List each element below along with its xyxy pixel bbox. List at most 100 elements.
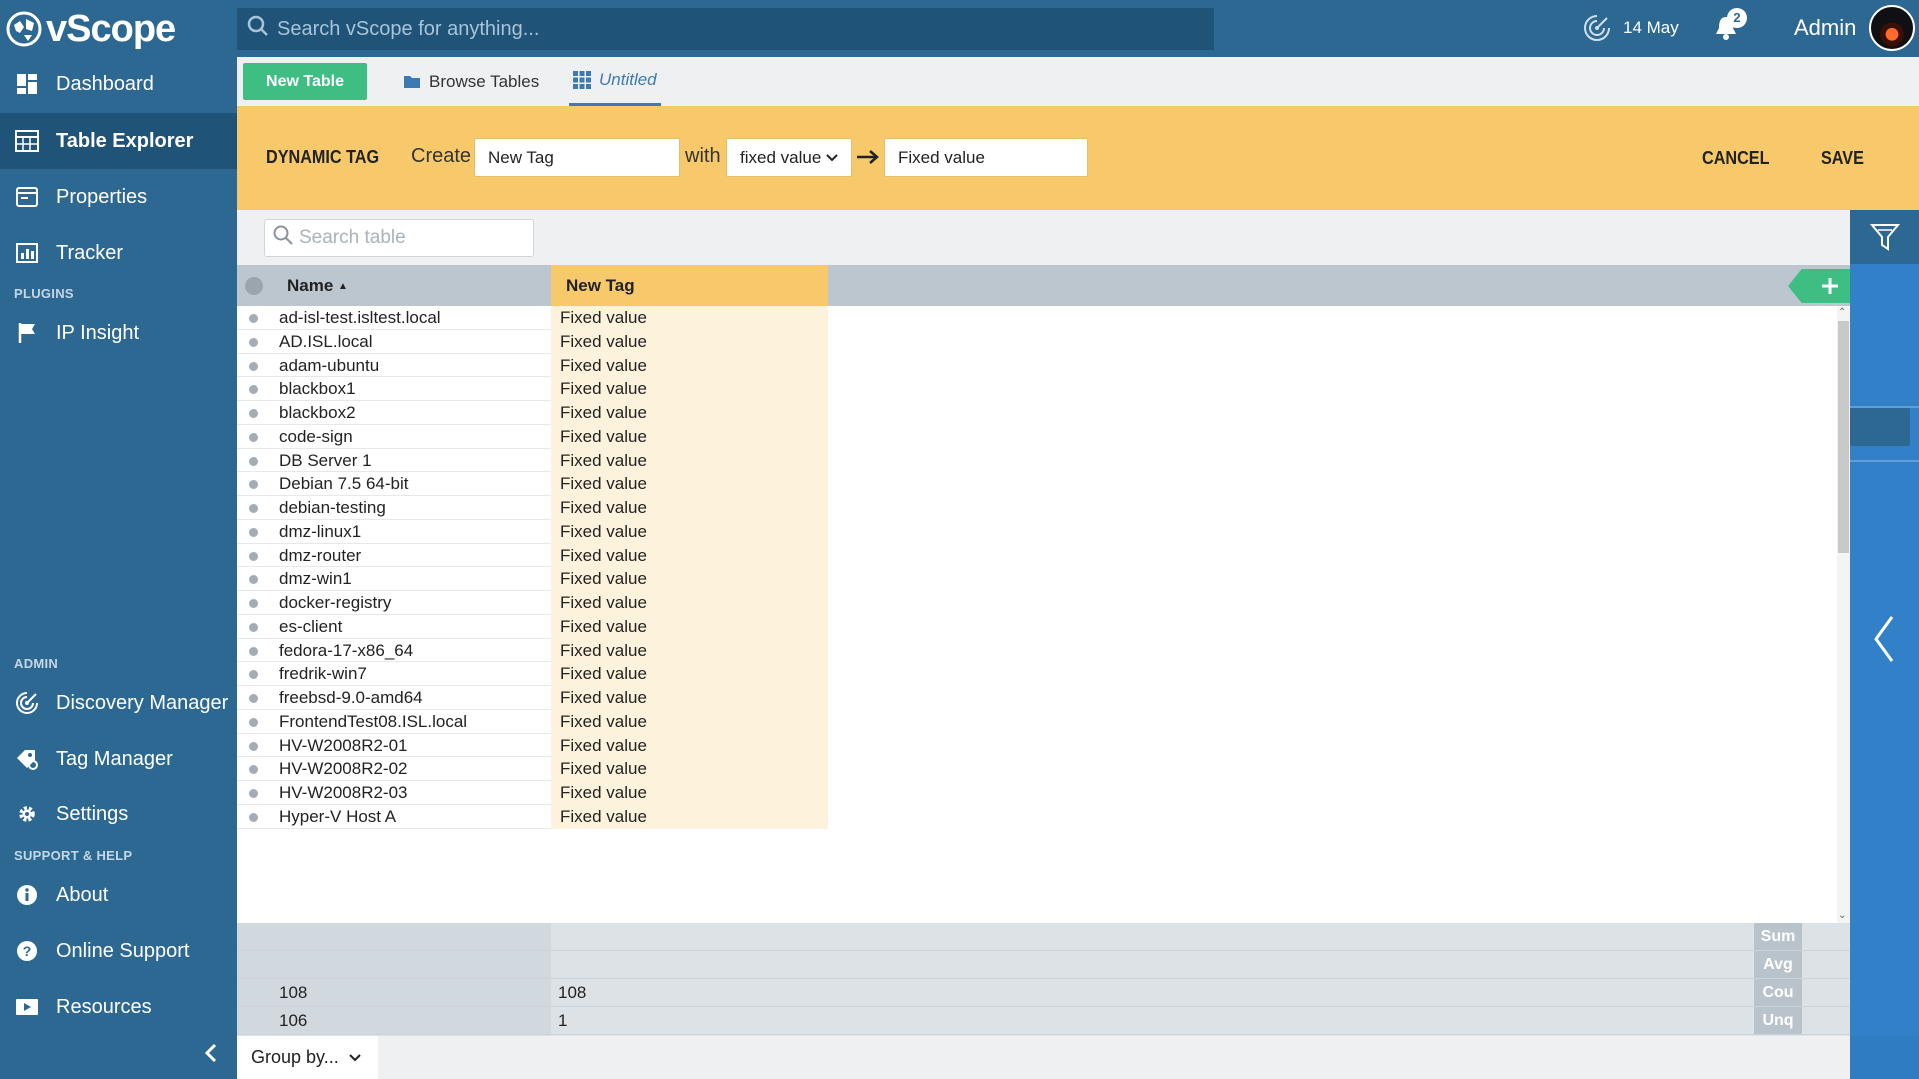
table-row[interactable]: Hyper-V Host A Fixed value bbox=[237, 804, 828, 829]
row-select-checkbox[interactable] bbox=[249, 789, 258, 798]
nav-properties[interactable]: Properties bbox=[0, 169, 237, 225]
tag-name-input[interactable]: New Tag bbox=[474, 138, 680, 177]
rail-panel-tab[interactable] bbox=[1850, 408, 1910, 446]
table-row[interactable]: fredrik-win7 Fixed value bbox=[237, 662, 828, 686]
row-select-checkbox[interactable] bbox=[249, 432, 258, 442]
tab-untitled[interactable]: Untitled bbox=[569, 57, 661, 106]
cell-name: debian-testing bbox=[279, 498, 386, 517]
table-row[interactable]: blackbox1 Fixed value bbox=[237, 377, 828, 401]
row-select-checkbox[interactable] bbox=[249, 717, 258, 727]
table-row[interactable]: HV-W2008R2-01 Fixed value bbox=[237, 733, 828, 758]
aggregate-avg-label[interactable]: Avg bbox=[1754, 951, 1802, 978]
table-row[interactable]: HV-W2008R2-03 Fixed value bbox=[237, 781, 828, 805]
save-button[interactable]: SAVE bbox=[1821, 148, 1864, 169]
row-select-checkbox[interactable] bbox=[249, 646, 258, 656]
discovery-status[interactable]: 14 May bbox=[1583, 14, 1679, 42]
group-by-select[interactable]: Group by... bbox=[237, 1036, 378, 1079]
cell-new-tag: Fixed value bbox=[551, 686, 828, 710]
tab-bar: New Table Browse Tables Untitled bbox=[237, 57, 1919, 106]
tag-value-text: Fixed value bbox=[898, 147, 985, 167]
column-header-new-tag[interactable]: New Tag bbox=[551, 265, 828, 306]
table-row[interactable]: debian-testing Fixed value bbox=[237, 496, 828, 520]
aggregate-unique-label[interactable]: Unq bbox=[1754, 1007, 1802, 1034]
user-name[interactable]: Admin bbox=[1794, 15, 1856, 41]
table-row[interactable]: dmz-router Fixed value bbox=[237, 543, 828, 568]
row-select-checkbox[interactable] bbox=[249, 670, 258, 680]
row-select-checkbox[interactable] bbox=[249, 694, 258, 703]
table-row[interactable]: adam-ubuntu Fixed value bbox=[237, 353, 828, 378]
app-logo[interactable]: vScope bbox=[6, 6, 176, 52]
nav-about[interactable]: About bbox=[0, 867, 237, 923]
row-select-checkbox[interactable] bbox=[249, 575, 258, 585]
cell-new-tag: Fixed value bbox=[551, 567, 828, 591]
nav-tracker[interactable]: Tracker bbox=[0, 225, 237, 281]
sidebar-collapse-button[interactable] bbox=[198, 1040, 224, 1066]
table-row[interactable]: docker-registry Fixed value bbox=[237, 591, 828, 615]
nav-resources[interactable]: Resources bbox=[0, 979, 237, 1035]
select-all-checkbox[interactable] bbox=[245, 277, 263, 295]
nav-settings[interactable]: Settings bbox=[0, 786, 237, 842]
nav-discovery-manager[interactable]: Discovery Manager bbox=[0, 675, 237, 731]
cell-name: fedora-17-x86_64 bbox=[279, 640, 414, 660]
row-select-checkbox[interactable] bbox=[249, 314, 258, 323]
row-select-checkbox[interactable] bbox=[249, 741, 258, 751]
avatar[interactable] bbox=[1869, 5, 1915, 51]
table-row[interactable]: blackbox2 Fixed value bbox=[237, 401, 828, 425]
table-row[interactable]: freebsd-9.0-amd64 Fixed value bbox=[237, 686, 828, 710]
table-row[interactable]: dmz-linux1 Fixed value bbox=[237, 519, 828, 544]
cell-new-tag: Fixed value bbox=[551, 662, 828, 686]
tab-browse-tables[interactable]: Browse Tables bbox=[403, 57, 539, 106]
add-column-button[interactable] bbox=[1788, 269, 1850, 303]
table-row[interactable]: ad-isl-test.isltest.local Fixed value bbox=[237, 306, 828, 330]
row-select-checkbox[interactable] bbox=[249, 409, 258, 418]
search-icon bbox=[273, 225, 293, 251]
row-select-checkbox[interactable] bbox=[249, 385, 258, 395]
cell-name: es-client bbox=[279, 616, 343, 636]
table-search-input[interactable]: Search table bbox=[264, 219, 534, 257]
row-select-checkbox[interactable] bbox=[249, 812, 258, 822]
column-header-name[interactable]: Name ▲ bbox=[287, 276, 348, 296]
row-select-checkbox[interactable] bbox=[249, 622, 258, 632]
row-select-checkbox[interactable] bbox=[249, 480, 258, 490]
table-row[interactable]: FrontendTest08.ISL.local Fixed value bbox=[237, 709, 828, 734]
cancel-button[interactable]: CANCEL bbox=[1702, 148, 1770, 169]
expand-panel-button[interactable] bbox=[1872, 615, 1896, 668]
row-select-checkbox[interactable] bbox=[249, 504, 258, 513]
scrollbar-thumb[interactable] bbox=[1838, 321, 1849, 553]
aggregate-sum-label[interactable]: Sum bbox=[1754, 923, 1802, 950]
chevron-down-icon bbox=[826, 153, 838, 161]
row-select-checkbox[interactable] bbox=[249, 361, 258, 371]
nav-ip-insight[interactable]: IP Insight bbox=[0, 305, 237, 361]
row-select-checkbox[interactable] bbox=[249, 456, 258, 466]
scroll-down-icon[interactable]: ⌄ bbox=[1838, 910, 1846, 921]
tag-mode-select[interactable]: fixed value bbox=[726, 138, 852, 177]
aggregate-count-label[interactable]: Cou bbox=[1754, 979, 1802, 1006]
nav-tag-manager[interactable]: Tag Manager bbox=[0, 731, 237, 787]
filter-button[interactable] bbox=[1850, 210, 1919, 264]
new-table-button[interactable]: New Table bbox=[243, 63, 367, 100]
nav-online-support[interactable]: ? Online Support bbox=[0, 923, 237, 979]
cell-name: dmz-router bbox=[279, 545, 362, 565]
folder-icon bbox=[404, 76, 420, 88]
notifications-button[interactable]: 2 bbox=[1713, 8, 1747, 47]
table-row[interactable]: HV-W2008R2-02 Fixed value bbox=[237, 757, 828, 781]
row-select-checkbox[interactable] bbox=[249, 765, 258, 775]
nav-table-explorer[interactable]: Table Explorer bbox=[0, 113, 237, 169]
table-row[interactable]: code-sign Fixed value bbox=[237, 424, 828, 449]
table-row[interactable]: fedora-17-x86_64 Fixed value bbox=[237, 638, 828, 663]
table-row[interactable]: es-client Fixed value bbox=[237, 614, 828, 639]
global-search-input[interactable]: Search vScope for anything... bbox=[237, 8, 1214, 50]
row-select-checkbox[interactable] bbox=[249, 337, 258, 347]
scroll-up-icon[interactable]: ⌃ bbox=[1838, 307, 1846, 318]
table-row[interactable]: dmz-win1 Fixed value bbox=[237, 567, 828, 591]
row-select-checkbox[interactable] bbox=[249, 551, 258, 561]
table-row[interactable]: DB Server 1 Fixed value bbox=[237, 448, 828, 473]
table-row[interactable]: Debian 7.5 64-bit Fixed value bbox=[237, 472, 828, 496]
plugins-section-label: PLUGINS bbox=[14, 286, 74, 301]
row-select-checkbox[interactable] bbox=[249, 599, 258, 608]
table-scrollbar[interactable]: ⌃ ⌄ bbox=[1837, 306, 1850, 923]
nav-dashboard[interactable]: Dashboard bbox=[0, 56, 237, 112]
table-row[interactable]: AD.ISL.local Fixed value bbox=[237, 329, 828, 354]
row-select-checkbox[interactable] bbox=[249, 527, 258, 537]
tag-value-input[interactable]: Fixed value bbox=[884, 138, 1088, 177]
